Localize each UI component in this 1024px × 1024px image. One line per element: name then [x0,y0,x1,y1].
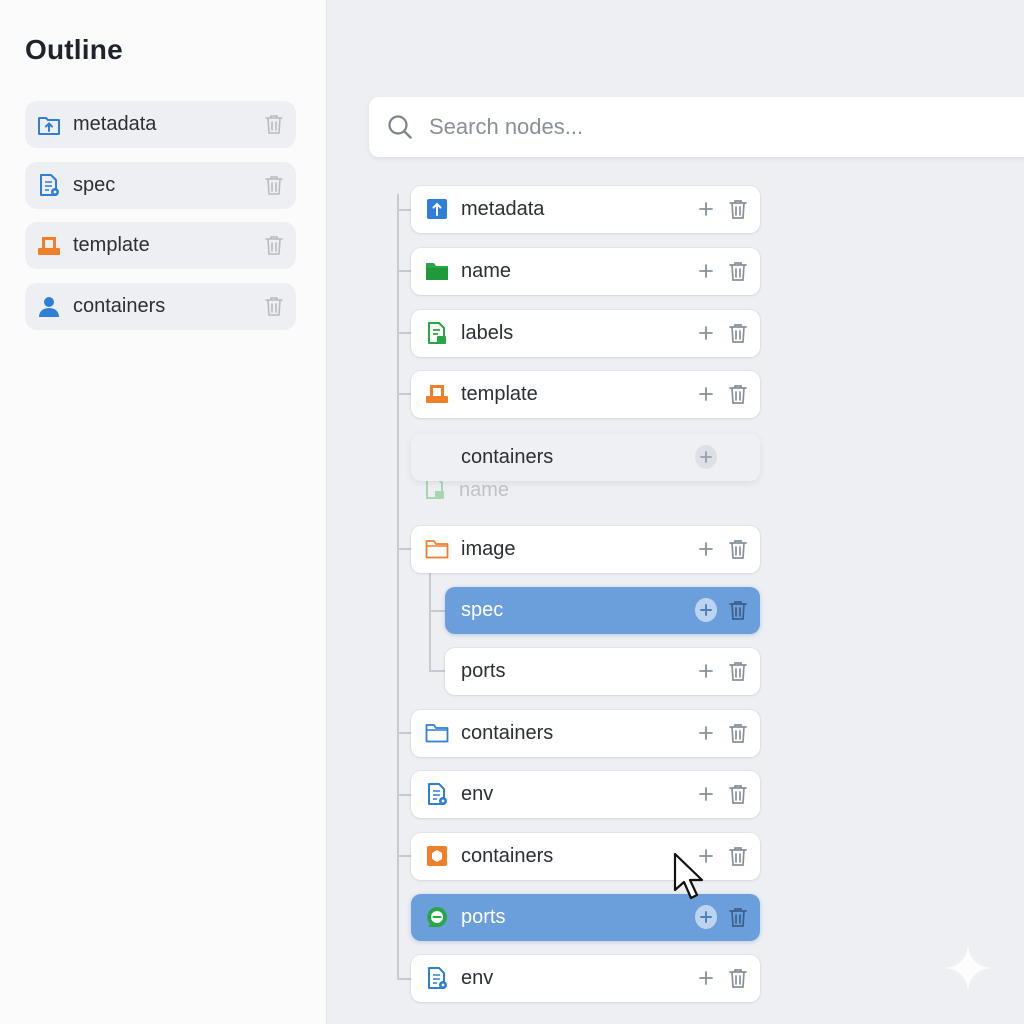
tree-connector [397,732,411,734]
outline-item-label: spec [73,173,116,196]
tree-connector [397,270,411,272]
chat-icon [425,905,449,929]
mouse-pointer-icon [673,852,705,907]
add-child-icon[interactable] [695,198,717,220]
trash-icon[interactable] [727,722,749,744]
trash-icon[interactable] [263,174,285,196]
document-icon [425,321,449,345]
outline-sidebar: Outline metadata spec template container… [0,0,327,1024]
document-settings-icon [425,966,449,990]
tree-node-name[interactable]: name [411,248,760,295]
tree-node-label: env [461,967,494,989]
tree-node-label: ports [461,660,506,682]
sidebar-title: Outline [25,34,123,65]
trash-icon[interactable] [263,113,285,135]
sparkle-icon [942,942,994,999]
tree-node-image[interactable]: image [411,526,760,573]
tree-connector [397,548,411,550]
add-child-icon[interactable] [695,722,717,744]
hexagon-icon [425,844,449,868]
tree-node-template[interactable]: template [411,371,760,418]
drag-ghost-label: name [459,479,510,501]
tree-node-label: template [461,383,538,405]
document-settings-icon [37,173,61,197]
template-icon [425,382,449,406]
outline-item-spec[interactable]: spec [25,161,296,209]
add-child-icon[interactable] [695,383,717,405]
trash-icon[interactable] [263,234,285,256]
folder-outline-icon [425,537,449,561]
trash-icon[interactable] [727,322,749,344]
tree-node-label: containers [461,446,554,468]
tree-node-label: env [461,783,494,805]
tree-connector [397,194,399,980]
trash-icon[interactable] [263,295,285,317]
outline-item-metadata[interactable]: metadata [25,101,296,148]
outline-list: metadata spec template containers [25,101,296,343]
tree-node-label: name [461,260,512,282]
trash-icon[interactable] [727,198,749,220]
tree-connector [429,610,445,612]
tree-connector [429,670,445,672]
tree-node-label: metadata [461,198,545,220]
trash-icon[interactable] [727,538,749,560]
trash-icon[interactable] [727,599,749,621]
trash-icon[interactable] [727,383,749,405]
add-child-icon[interactable] [695,538,717,560]
tree-connector [397,855,411,857]
document-settings-icon [425,782,449,806]
tree-node-containers[interactable]: containers [411,710,760,757]
add-child-icon[interactable] [695,660,717,682]
upload-box-icon [425,197,449,221]
outline-item-label: containers [73,294,166,317]
add-child-icon[interactable] [695,322,717,344]
folder-icon [425,259,449,283]
add-child-icon[interactable] [695,598,717,622]
tree-connector [397,794,411,796]
trash-icon[interactable] [727,783,749,805]
search-input[interactable] [429,114,989,140]
tree-node-metadata[interactable]: metadata [411,186,760,233]
tree-node-label: containers [461,845,554,867]
outline-item-label: metadata [73,113,157,135]
tree-connector [397,978,411,980]
search-bar[interactable] [369,97,1024,157]
add-child-icon[interactable] [695,967,717,989]
trash-icon[interactable] [727,260,749,282]
tree-node-ports-selected[interactable]: ports [411,894,760,941]
add-child-icon[interactable] [695,260,717,282]
trash-icon[interactable] [727,660,749,682]
folder-upload-icon [37,113,61,137]
search-icon [387,114,413,140]
trash-icon[interactable] [727,906,749,928]
tree-connector [429,572,431,672]
trash-icon[interactable] [727,845,749,867]
trash-icon[interactable] [727,967,749,989]
add-child-icon[interactable] [695,445,717,469]
tree-node-env[interactable]: env [411,771,760,818]
outline-item-template[interactable]: template [25,222,296,269]
tree-connector [397,209,411,211]
tree-node-label: spec [461,599,504,621]
tree-node-containers-dragging[interactable]: containers [411,434,760,481]
tree-node-containers-2[interactable]: containers [411,833,760,880]
tree-node-label: containers [461,722,554,744]
tree-node-spec[interactable]: spec [445,587,760,634]
tree-connector [397,332,411,334]
tree-node-labels[interactable]: labels [411,310,760,357]
folder-outline-icon [425,721,449,745]
add-child-icon[interactable] [695,905,717,929]
outline-item-label: template [73,234,150,256]
tree-node-ports[interactable]: ports [445,648,760,695]
user-icon [37,294,61,318]
add-child-icon[interactable] [695,783,717,805]
template-icon [37,234,61,258]
tree-connector [397,393,411,395]
outline-item-containers[interactable]: containers [25,282,296,330]
tree-node-env-2[interactable]: env [411,955,760,1002]
tree-node-label: labels [461,322,514,344]
tree-node-label: image [461,538,516,560]
tree-node-label: ports [461,906,506,928]
